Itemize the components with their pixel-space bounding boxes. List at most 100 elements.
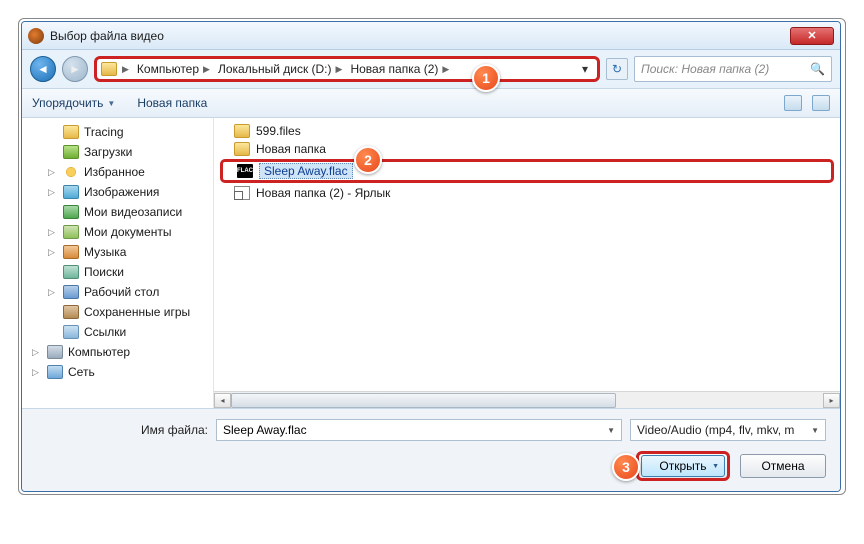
file-icon — [234, 186, 250, 200]
tree-item-icon — [63, 225, 79, 239]
file-row[interactable]: Новая папка (2) - Ярлык — [214, 184, 840, 202]
file-icon — [234, 124, 250, 138]
tree-item-icon — [63, 245, 79, 259]
tree-item-icon — [47, 365, 63, 379]
file-icon: FLAC — [237, 164, 253, 178]
file-list-pane: 599.files Новая папкаFLAC Sleep Away.flac Н… — [214, 118, 840, 408]
nav-row: ◄ ► ▶ Компьютер▶ Локальный диск (D:)▶ Но… — [22, 50, 840, 88]
app-icon — [28, 28, 44, 44]
file-icon — [234, 142, 250, 156]
tree-item-label: Ссылки — [84, 325, 126, 339]
address-dropdown[interactable]: ▾ — [577, 62, 593, 76]
tree-item-icon — [63, 285, 79, 299]
tree-item-label: Мои видеозаписи — [84, 205, 182, 219]
tree-item[interactable]: ▷ Рабочий стол — [22, 282, 213, 302]
breadcrumb-sep[interactable]: ▶ — [119, 64, 132, 75]
filename-input[interactable]: Sleep Away.flac▼ — [216, 419, 622, 441]
file-list[interactable]: 599.files Новая папкаFLAC Sleep Away.flac Н… — [214, 118, 840, 206]
breadcrumb-item[interactable]: Новая папка (2)▶ — [347, 62, 452, 76]
tree-item[interactable]: ▷ Изображения — [22, 182, 213, 202]
scroll-track[interactable] — [231, 393, 823, 408]
tree-item-label: Музыка — [84, 245, 126, 259]
new-folder-button[interactable]: Новая папка — [137, 96, 207, 110]
tree-item-label: Загрузки — [84, 145, 132, 159]
tree-item-icon — [63, 325, 79, 339]
scroll-thumb[interactable] — [231, 393, 616, 408]
tree-item-icon — [63, 185, 79, 199]
expand-icon[interactable]: ▷ — [48, 187, 58, 198]
titlebar: Выбор файла видео ✕ — [22, 22, 840, 50]
refresh-button[interactable]: ↻ — [606, 58, 628, 80]
scroll-right-button[interactable]: ▸ — [823, 393, 840, 408]
toolbar: Упорядочить▼ Новая папка — [22, 88, 840, 118]
tree-item-label: Рабочий стол — [84, 285, 159, 299]
tree-item-icon — [63, 205, 79, 219]
tree-item[interactable]: Мои видеозаписи — [22, 202, 213, 222]
tree-item[interactable]: Поиски — [22, 262, 213, 282]
expand-icon[interactable]: ▷ — [32, 347, 42, 358]
address-bar[interactable]: ▶ Компьютер▶ Локальный диск (D:)▶ Новая … — [94, 56, 600, 82]
view-options-button[interactable] — [784, 95, 802, 111]
tree-item-icon — [63, 125, 79, 139]
tree-item-label: Компьютер — [68, 345, 130, 359]
tree-item-icon — [47, 345, 63, 359]
tree-item[interactable]: ▷ Избранное — [22, 162, 213, 182]
tree-item-icon — [63, 265, 79, 279]
tree-item-label: Сеть — [68, 365, 95, 379]
search-icon: 🔍 — [810, 62, 825, 76]
tree-item[interactable]: Ссылки — [22, 322, 213, 342]
tree-item-icon — [63, 165, 79, 179]
search-placeholder: Поиск: Новая папка (2) — [641, 62, 769, 76]
search-input[interactable]: Поиск: Новая папка (2) 🔍 — [634, 56, 832, 82]
tree-item-label: Сохраненные игры — [84, 305, 190, 319]
forward-button[interactable]: ► — [62, 56, 88, 82]
file-name: Новая папка (2) - Ярлык — [256, 186, 390, 200]
callout-1: 1 — [472, 64, 500, 92]
help-button[interactable] — [812, 95, 830, 111]
footer: Имя файла: Sleep Away.flac▼ Video/Audio … — [22, 408, 840, 491]
tree-item-label: Tracing — [84, 125, 124, 139]
file-name: Sleep Away.flac — [259, 164, 353, 178]
callout-2: 2 — [354, 146, 382, 174]
tree-item[interactable]: ▷ Мои документы — [22, 222, 213, 242]
breadcrumb-item[interactable]: Компьютер▶ — [134, 62, 213, 76]
tree-item[interactable]: ▷ Сеть — [22, 362, 213, 382]
tree-item[interactable]: ▷ Музыка — [22, 242, 213, 262]
body: Tracing Загрузки ▷ Избранное ▷ Изображения Мои… — [22, 118, 840, 408]
folder-icon — [101, 62, 117, 76]
close-button[interactable]: ✕ — [790, 27, 834, 45]
window-title: Выбор файла видео — [50, 29, 790, 43]
back-button[interactable]: ◄ — [30, 56, 56, 82]
tree-item-label: Изображения — [84, 185, 159, 199]
tree-item[interactable]: Загрузки — [22, 142, 213, 162]
scroll-left-button[interactable]: ◂ — [214, 393, 231, 408]
open-button[interactable]: Открыть▼ — [636, 451, 730, 481]
expand-icon[interactable]: ▷ — [48, 247, 58, 258]
tree-item-label: Мои документы — [84, 225, 171, 239]
tree-item[interactable]: Tracing — [22, 122, 213, 142]
expand-icon[interactable]: ▷ — [32, 367, 42, 378]
breadcrumb-item[interactable]: Локальный диск (D:)▶ — [215, 62, 345, 76]
tree-item[interactable]: Сохраненные игры — [22, 302, 213, 322]
file-row[interactable]: 599.files — [214, 122, 840, 140]
tree-item[interactable]: ▷ Компьютер — [22, 342, 213, 362]
file-name: Новая папка — [256, 142, 326, 156]
tree-item-label: Избранное — [84, 165, 145, 179]
nav-tree[interactable]: Tracing Загрузки ▷ Избранное ▷ Изображения Мои… — [22, 118, 214, 408]
file-open-dialog: Выбор файла видео ✕ ◄ ► ▶ Компьютер▶ Лок… — [21, 21, 841, 492]
organize-button[interactable]: Упорядочить▼ — [32, 96, 115, 110]
callout-3: 3 — [612, 453, 640, 481]
file-row[interactable]: FLAC Sleep Away.flac — [220, 159, 834, 183]
tree-item-label: Поиски — [84, 265, 124, 279]
filename-label: Имя файла: — [36, 423, 208, 437]
tree-item-icon — [63, 305, 79, 319]
file-name: 599.files — [256, 124, 301, 138]
cancel-button[interactable]: Отмена — [740, 454, 826, 478]
expand-icon[interactable]: ▷ — [48, 287, 58, 298]
file-row[interactable]: Новая папка — [214, 140, 840, 158]
expand-icon[interactable]: ▷ — [48, 227, 58, 238]
filetype-select[interactable]: Video/Audio (mp4, flv, mkv, m▼ — [630, 419, 826, 441]
horizontal-scrollbar[interactable]: ◂ ▸ — [214, 391, 840, 408]
expand-icon[interactable]: ▷ — [48, 167, 58, 178]
tree-item-icon — [63, 145, 79, 159]
